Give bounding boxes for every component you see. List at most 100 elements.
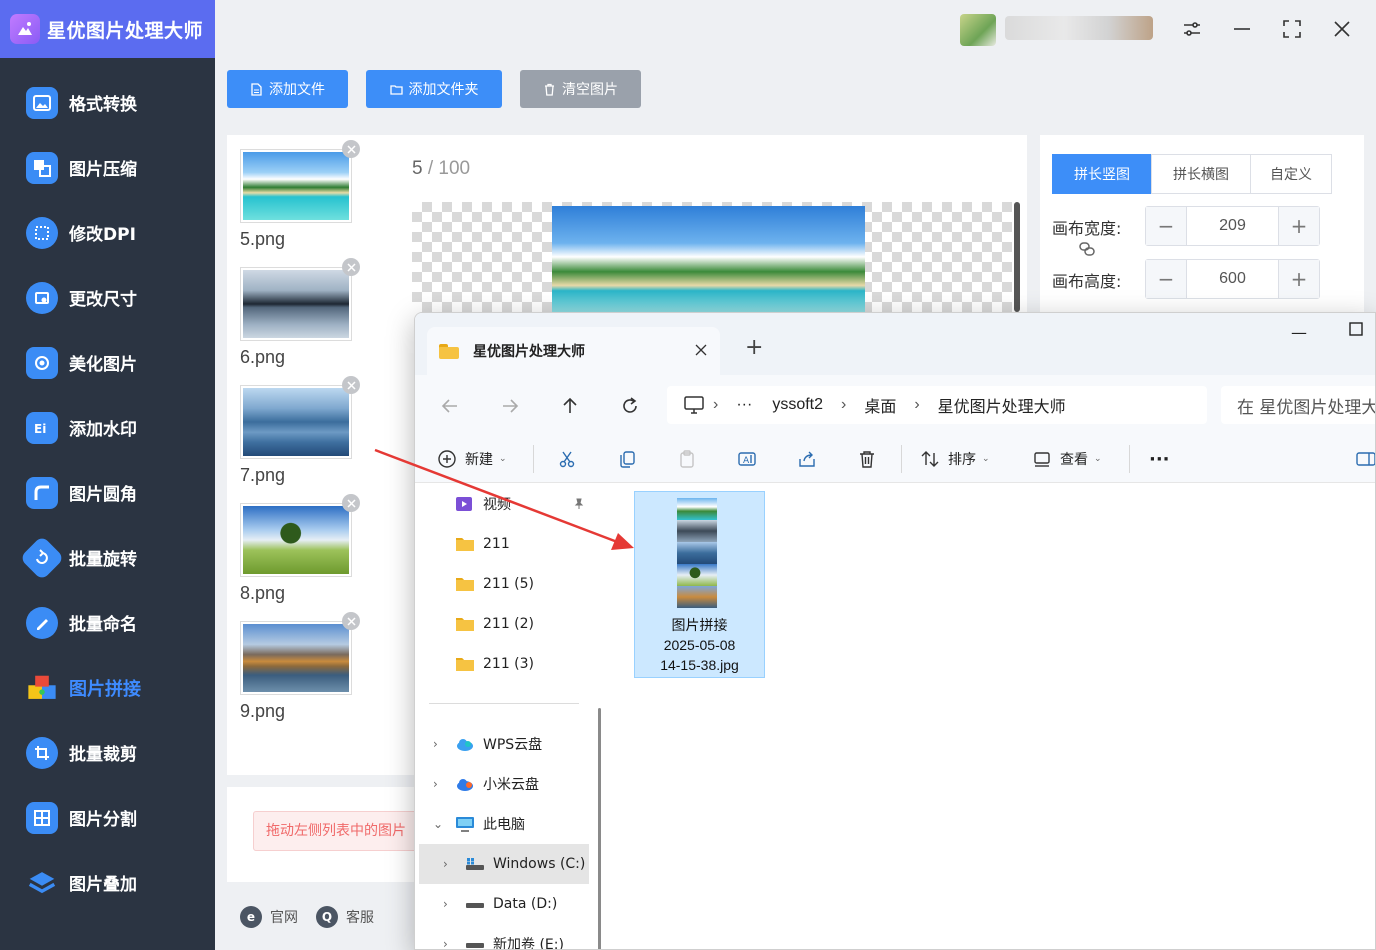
width-increment-button[interactable]: + <box>1279 207 1319 245</box>
avatar[interactable] <box>960 14 996 46</box>
sidebar-item-resize[interactable]: 更改尺寸 <box>0 265 215 330</box>
share-button[interactable] <box>797 447 817 471</box>
copy-button[interactable] <box>617 447 637 471</box>
chevron-right-icon[interactable]: › <box>443 857 455 871</box>
paste-button[interactable] <box>677 447 697 471</box>
nav-item-video[interactable]: 视频 <box>415 484 591 524</box>
sidebar-item-compress[interactable]: 图片压缩 <box>0 135 215 200</box>
add-folder-button[interactable]: 添加文件夹 <box>366 70 502 108</box>
support-link[interactable]: Q 客服 <box>316 906 374 928</box>
remove-image-button[interactable] <box>342 376 360 394</box>
new-item-button[interactable]: 新建 ⌄ <box>437 447 507 471</box>
pin-icon[interactable] <box>573 498 585 510</box>
stitch-preview-canvas[interactable] <box>412 202 1020 312</box>
nav-item-label: WPS云盘 <box>483 737 543 753</box>
remove-image-button[interactable] <box>342 494 360 512</box>
clear-images-button[interactable]: 清空图片 <box>520 70 641 108</box>
close-icon <box>346 616 356 626</box>
explorer-minimize-icon[interactable]: — <box>1291 323 1307 342</box>
divider <box>429 703 579 704</box>
list-item[interactable]: 8.png <box>240 494 360 604</box>
breadcrumb[interactable]: 桌面 <box>864 393 896 417</box>
sidebar-item-rename[interactable]: 批量命名 <box>0 590 215 655</box>
sidebar-item-label: 修改DPI <box>69 225 136 245</box>
nav-item-folder[interactable]: 211 (5) <box>415 564 591 604</box>
chevron-right-icon[interactable]: › <box>433 737 445 751</box>
address-bar[interactable]: › ··· yssoft2 › 桌面 › 星优图片处理大师 <box>667 386 1207 424</box>
breadcrumb[interactable]: yssoft2 <box>772 396 823 414</box>
tab-custom[interactable]: 自定义 <box>1250 154 1332 194</box>
nav-item-folder[interactable]: 211 (3) <box>415 644 591 684</box>
rename-button[interactable]: A <box>737 447 757 471</box>
list-item[interactable]: 5.png <box>240 140 360 250</box>
height-increment-button[interactable]: + <box>1279 260 1319 298</box>
tab-horizontal[interactable]: 拼长横图 <box>1151 154 1251 194</box>
sidebar-item-watermark[interactable]: Ei 添加水印 <box>0 395 215 460</box>
sidebar-item-format-convert[interactable]: 格式转换 <box>0 70 215 135</box>
list-item[interactable]: 7.png <box>240 376 360 486</box>
remove-image-button[interactable] <box>342 612 360 630</box>
sidebar-item-crop[interactable]: 批量裁剪 <box>0 720 215 785</box>
cut-button[interactable] <box>557 447 577 471</box>
nav-item-folder[interactable]: 211 (2) <box>415 604 591 644</box>
canvas-height-stepper[interactable]: − 600 + <box>1145 259 1320 299</box>
nav-item-drive-d[interactable]: › Data (D:) <box>415 884 591 924</box>
preview-scrollbar[interactable] <box>1014 202 1020 312</box>
remove-image-button[interactable] <box>342 140 360 158</box>
canvas-width-stepper[interactable]: − 209 + <box>1145 206 1320 246</box>
chevron-down-icon[interactable]: ⌄ <box>433 817 445 831</box>
minimize-icon[interactable] <box>1227 14 1257 44</box>
canvas-height-value[interactable]: 600 <box>1186 260 1279 298</box>
nav-item-wps-cloud[interactable]: › WPS云盘 <box>415 724 591 764</box>
width-decrement-button[interactable]: − <box>1146 207 1186 245</box>
nav-item-folder[interactable]: 211 <box>415 524 591 564</box>
canvas-width-value[interactable]: 209 <box>1186 207 1279 245</box>
details-pane-button[interactable] <box>1355 447 1375 471</box>
chevron-right-icon[interactable]: › <box>443 897 455 911</box>
website-link[interactable]: e 官网 <box>240 906 298 928</box>
nav-item-drive-e[interactable]: › 新加卷 (E:) <box>415 924 591 949</box>
sidebar-item-dpi[interactable]: 修改DPI <box>0 200 215 265</box>
folder-icon <box>456 578 474 591</box>
sidebar-item-round-corner[interactable]: 图片圆角 <box>0 460 215 525</box>
sort-button[interactable]: 排序 ⌄ <box>920 447 990 471</box>
chevron-right-icon[interactable]: › <box>443 937 455 949</box>
new-tab-button[interactable]: + <box>745 335 763 360</box>
nav-scrollbar[interactable] <box>598 708 601 949</box>
sidebar-item-split[interactable]: 图片分割 <box>0 785 215 850</box>
explorer-tab-title: 星优图片处理大师 <box>473 344 585 360</box>
settings-panel: 拼长竖图 拼长横图 自定义 画布宽度: − 209 + 画布高度: − 600 … <box>1040 135 1364 315</box>
explorer-search-input[interactable]: 在 星优图片处理大 <box>1221 386 1375 424</box>
settings-sliders-icon[interactable] <box>1177 14 1207 44</box>
explorer-maximize-icon[interactable] <box>1349 321 1363 340</box>
close-tab-icon[interactable] <box>692 341 710 359</box>
up-arrow-icon[interactable] <box>559 395 581 417</box>
chevron-right-icon[interactable]: › <box>433 777 445 791</box>
refresh-icon[interactable] <box>619 395 641 417</box>
close-icon[interactable] <box>1327 14 1357 44</box>
list-item[interactable]: 6.png <box>240 258 360 368</box>
remove-image-button[interactable] <box>342 258 360 276</box>
sidebar-item-overlay[interactable]: 图片叠加 <box>0 850 215 915</box>
forward-arrow-icon[interactable] <box>499 395 521 417</box>
delete-button[interactable] <box>857 447 877 471</box>
nav-item-drive-c[interactable]: › Windows (C:) <box>419 844 589 884</box>
link-ratio-icon[interactable] <box>1077 239 1097 259</box>
back-arrow-icon[interactable] <box>439 395 461 417</box>
view-button[interactable]: 查看 ⌄ <box>1032 447 1102 471</box>
tab-vertical[interactable]: 拼长竖图 <box>1052 154 1152 194</box>
more-options-button[interactable]: ··· <box>1149 447 1170 471</box>
height-decrement-button[interactable]: − <box>1146 260 1186 298</box>
sidebar-item-rotate[interactable]: 批量旋转 <box>0 525 215 590</box>
nav-item-xiaomi-cloud[interactable]: › 小米云盘 <box>415 764 591 804</box>
list-item[interactable]: 9.png <box>240 612 360 722</box>
nav-item-this-pc[interactable]: ⌄ 此电脑 <box>415 804 591 844</box>
sidebar-item-beautify[interactable]: 美化图片 <box>0 330 215 395</box>
add-file-button[interactable]: 添加文件 <box>227 70 348 108</box>
file-item-selected[interactable]: 图片拼接 2025-05-08 14-15-38.jpg <box>634 491 765 678</box>
explorer-tab[interactable]: 星优图片处理大师 <box>427 327 720 375</box>
breadcrumb[interactable]: 星优图片处理大师 <box>938 393 1066 417</box>
sidebar-item-stitch[interactable]: 图片拼接 <box>0 655 215 720</box>
breadcrumb-ellipsis[interactable]: ··· <box>736 396 752 414</box>
maximize-icon[interactable] <box>1277 14 1307 44</box>
